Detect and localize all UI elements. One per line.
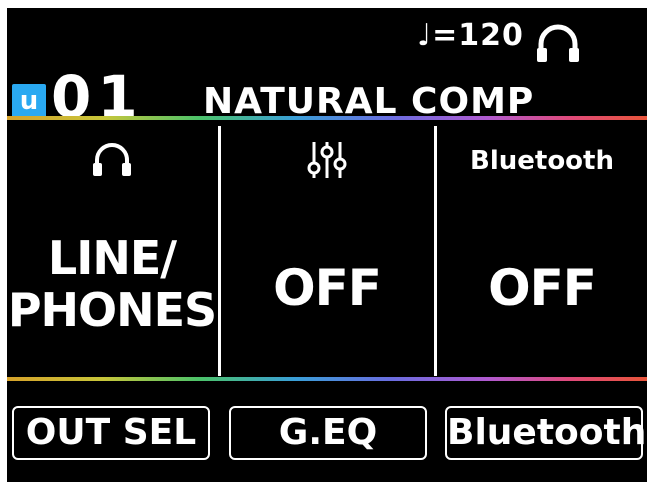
top-divider	[7, 116, 647, 120]
geq-column: OFF	[221, 124, 433, 374]
bluetooth-button[interactable]: Bluetooth	[445, 406, 646, 460]
output-value-line2: PHONES	[7, 283, 217, 337]
bluetooth-header: Bluetooth	[470, 146, 614, 176]
output-value: LINE/ PHONES	[7, 232, 217, 336]
headphones-icon	[93, 143, 131, 176]
equalizer-icon	[307, 142, 347, 178]
headphones-icon	[537, 24, 579, 62]
lcd-display: ♩=120 u 01 NATURAL COMP LINE/ PHONES OFF…	[7, 8, 647, 482]
geq-value: OFF	[273, 259, 382, 317]
bluetooth-value: OFF	[488, 259, 597, 317]
output-column: LINE/ PHONES	[7, 124, 217, 374]
geq-button[interactable]: G.EQ	[229, 406, 427, 460]
bank-badge: u	[12, 84, 46, 118]
out-sel-button[interactable]: OUT SEL	[12, 406, 210, 460]
bluetooth-column: Bluetooth OFF	[437, 124, 647, 374]
device-screen: ♩=120 u 01 NATURAL COMP LINE/ PHONES OFF…	[0, 0, 647, 482]
bottom-divider	[7, 377, 647, 381]
output-value-line1: LINE/	[47, 231, 177, 285]
tempo-readout: ♩=120	[417, 18, 524, 53]
